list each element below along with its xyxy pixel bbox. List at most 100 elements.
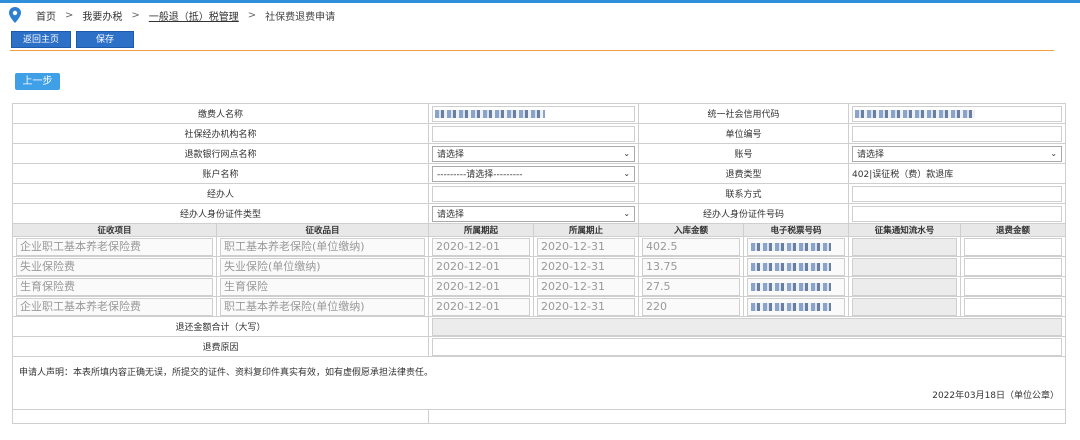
chevron-down-icon: ⌄ (623, 209, 631, 218)
levy-item: 生育保险费 (16, 277, 213, 296)
account-name-select-value: ---------请选择--------- (437, 170, 523, 180)
reason-label: 退费原因 (11, 336, 430, 357)
declaration-cell: 申请人声明：本表所填内容正确无误，所提交的证件、资料复印件真实有效，如有虚假愿承… (11, 356, 1067, 410)
prev-step-button[interactable]: 上一步 (15, 73, 60, 90)
credit-code-label: 统一社会信用代码 (638, 103, 850, 124)
levy-subitem: 职工基本养老保险(单位缴纳) (220, 297, 426, 316)
redacted-value (751, 262, 832, 271)
breadcrumb-tax[interactable]: 我要办税 (82, 8, 122, 23)
account-label: 账号 (638, 143, 850, 164)
breadcrumb-refund-mgmt[interactable]: 一般退（抵）税管理 (149, 8, 239, 23)
breadcrumb-home[interactable]: 首页 (36, 8, 56, 23)
agency-field[interactable] (432, 125, 636, 142)
levy-subitem: 职工基本养老保险(单位缴纳) (220, 237, 426, 256)
tax-ticket-no (747, 297, 846, 316)
notice-serial-field (852, 257, 958, 276)
declaration-date: 2022年03月18日（单位公章） (932, 391, 1060, 401)
agent-field[interactable] (432, 185, 636, 202)
column-header: 征收品目 (215, 223, 430, 237)
column-header: 退费金额 (960, 223, 1067, 237)
tax-ticket-no (747, 277, 846, 296)
top-accent-bar (0, 0, 1080, 3)
paid-amount: 27.5 (642, 277, 741, 296)
paid-amount: 402.5 (642, 237, 741, 256)
period-start: 2020-12-01 (432, 277, 531, 296)
total-label: 退还金额合计（大写） (11, 316, 430, 337)
id-type-select[interactable]: 请选择 ⌄ (432, 205, 636, 222)
table-row: 企业职工基本养老保险费 职工基本养老保险(单位缴纳) 2020-12-01 20… (12, 236, 1067, 257)
refund-amount-field[interactable] (964, 257, 1063, 276)
contact-label: 联系方式 (638, 183, 850, 204)
notice-serial-field (852, 237, 958, 256)
refund-form-table: 缴费人名称 统一社会信用代码 社保经办机构名称 单位编号 退款银行网点名称 请选… (11, 103, 1067, 424)
notice-serial-field (852, 297, 958, 316)
period-start: 2020-12-01 (432, 297, 531, 316)
id-no-label: 经办人身份证件号码 (638, 203, 850, 224)
levy-item: 企业职工基本养老保险费 (16, 297, 213, 316)
period-start: 2020-12-01 (432, 237, 531, 256)
payer-name-field[interactable] (432, 105, 636, 122)
home-button[interactable]: 返回主页 (11, 31, 71, 48)
levy-subitem: 失业保险(单位缴纳) (220, 257, 426, 276)
agency-label: 社保经办机构名称 (11, 123, 430, 144)
refund-type-value: 402|误征税（费）款退库 (848, 163, 1067, 184)
column-header: 所属期起 (428, 223, 535, 237)
paid-amount: 220 (642, 297, 741, 316)
levy-item: 企业职工基本养老保险费 (16, 237, 213, 256)
breadcrumb-separator: > (131, 9, 140, 21)
payer-name-label: 缴费人名称 (11, 103, 430, 124)
account-select[interactable]: 请选择 ⌄ (852, 145, 1063, 162)
period-start: 2020-12-01 (432, 257, 531, 276)
redacted-value (751, 242, 832, 251)
chevron-down-icon: ⌄ (1050, 149, 1058, 158)
account-select-value: 请选择 (857, 150, 885, 160)
redacted-value (751, 282, 832, 291)
credit-code-field[interactable] (852, 105, 1063, 122)
paid-amount: 13.75 (642, 257, 741, 276)
id-no-field[interactable] (852, 205, 1063, 222)
account-name-select[interactable]: ---------请选择--------- ⌄ (432, 165, 636, 182)
table-row: 失业保险费 失业保险(单位缴纳) 2020-12-01 2020-12-31 1… (12, 256, 1067, 277)
bank-label: 退款银行网点名称 (11, 143, 430, 164)
period-end: 2020-12-31 (537, 277, 636, 296)
refund-amount-field[interactable] (964, 277, 1063, 296)
tax-ticket-no (747, 257, 846, 276)
id-type-label: 经办人身份证件类型 (11, 203, 430, 224)
column-header: 征集通知流水号 (848, 223, 962, 237)
total-field (432, 317, 1063, 336)
save-button[interactable]: 保存 (76, 31, 134, 48)
refund-type-label: 退费类型 (638, 163, 850, 184)
breadcrumb-separator: > (65, 9, 74, 21)
chevron-down-icon: ⌄ (623, 169, 631, 178)
account-name-label: 账户名称 (11, 163, 430, 184)
column-header: 入库金额 (638, 223, 745, 237)
id-type-select-value: 请选择 (437, 210, 465, 220)
breadcrumb-separator: > (247, 9, 257, 21)
contact-field[interactable] (852, 185, 1063, 202)
bank-select[interactable]: 请选择 ⌄ (432, 145, 636, 162)
footer-cell (11, 409, 430, 424)
breadcrumb: 首页 > 我要办税 > 一般退（抵）税管理 > 社保费退费申请 (8, 6, 335, 24)
column-header: 电子税票号码 (743, 223, 850, 237)
period-end: 2020-12-31 (537, 297, 636, 316)
reason-field[interactable] (432, 337, 1063, 356)
declaration-text: 申请人声明：本表所填内容正确无误，所提交的证件、资料复印件真实有效，如有虚假愿承… (19, 368, 434, 378)
levy-item: 失业保险费 (16, 257, 213, 276)
table-row: 生育保险费 生育保险 2020-12-01 2020-12-31 27.5 (12, 276, 1067, 297)
chevron-down-icon: ⌄ (623, 149, 631, 158)
period-end: 2020-12-31 (537, 237, 636, 256)
column-header: 征收项目 (12, 223, 217, 237)
levy-subitem: 生育保险 (220, 277, 426, 296)
divider (10, 50, 1054, 51)
unit-no-field[interactable] (852, 125, 1063, 142)
refund-amount-field[interactable] (964, 297, 1063, 316)
breadcrumb-current: 社保费退费申请 (265, 11, 336, 23)
table-row: 企业职工基本养老保险费 职工基本养老保险(单位缴纳) 2020-12-01 20… (12, 296, 1067, 317)
refund-amount-field[interactable] (964, 237, 1063, 256)
redacted-value (751, 302, 832, 311)
footer-cell (428, 409, 1067, 424)
notice-serial-field (852, 277, 958, 296)
period-end: 2020-12-31 (537, 257, 636, 276)
unit-no-label: 单位编号 (638, 123, 850, 144)
agent-label: 经办人 (11, 183, 430, 204)
